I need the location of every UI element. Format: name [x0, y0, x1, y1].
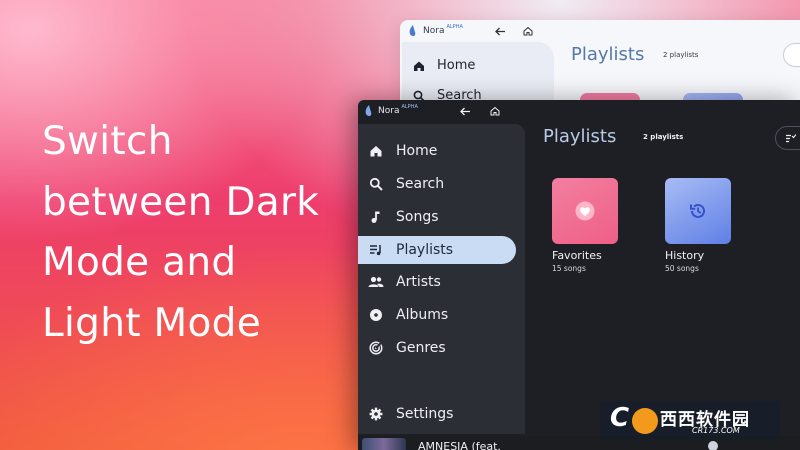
app-title: Nora [378, 106, 400, 116]
dark-mode-window: Nora ALPHA Home Search Songs Playlists A… [358, 100, 800, 450]
home-icon [368, 143, 384, 159]
album-disc-icon [368, 307, 384, 323]
back-arrow-icon [459, 107, 470, 115]
watermark-logo-circle [632, 408, 658, 434]
play-control-button[interactable] [708, 441, 718, 450]
sidebar-item-songs[interactable]: Songs [358, 203, 516, 231]
app-title: Nora [423, 26, 445, 36]
gear-icon [368, 406, 384, 422]
site-watermark: C 西西软件园 CR173.COM [600, 401, 780, 439]
playlist-name: Favorites [552, 249, 602, 262]
playlist-song-count: 50 songs [665, 264, 699, 273]
playlist-card-favorites[interactable]: Favorites 15 songs [552, 178, 620, 273]
light-filter-button[interactable] [783, 43, 800, 67]
playlist-count: 2 playlists [643, 133, 684, 141]
light-page-title: Playlists [571, 44, 645, 65]
sidebar-item-albums[interactable]: Albums [358, 301, 516, 329]
headline-line-3: Mode and [42, 240, 237, 285]
playlist-name: History [665, 249, 705, 262]
dark-titlebar: Nora ALPHA [358, 100, 800, 122]
playlist-card-history[interactable]: History 50 songs [665, 178, 733, 273]
home-outline-icon [523, 26, 533, 36]
search-icon [368, 176, 384, 192]
sidebar-item-albums-label: Albums [396, 307, 449, 323]
watermark-site: CR173.COM [692, 426, 740, 435]
album-art [362, 438, 406, 450]
app-logo-icon [364, 102, 373, 121]
app-badge: ALPHA [401, 104, 418, 110]
history-icon [690, 203, 705, 218]
sidebar-item-search-label: Search [396, 176, 445, 192]
light-nav-home-label: Home [437, 58, 476, 73]
now-playing-title: AMNESIA (feat. [418, 440, 501, 450]
home-icon [412, 59, 426, 73]
sidebar-item-search[interactable]: Search [358, 170, 516, 198]
headline-line-2: between Dark [42, 179, 320, 225]
sidebar-item-playlists[interactable]: Playlists [358, 236, 516, 264]
page-title: Playlists [543, 126, 617, 147]
back-button[interactable] [492, 23, 508, 39]
headline-line-4: Light Mode [42, 300, 261, 346]
sidebar-item-settings-label: Settings [396, 406, 454, 422]
headline-line-1: Switch [42, 119, 173, 164]
sidebar-item-songs-label: Songs [396, 209, 439, 225]
history-cover [665, 178, 731, 244]
sort-filter-button[interactable] [775, 126, 800, 150]
light-nav-home[interactable]: Home [412, 58, 475, 73]
sidebar-item-home[interactable]: Home [358, 137, 516, 165]
sidebar-item-genres[interactable]: Genres [358, 334, 516, 362]
sort-icon [786, 133, 796, 142]
sidebar-item-artists[interactable]: Artists [358, 268, 516, 296]
promo-headline: Switch between Dark Mode and Light Mode [42, 112, 352, 354]
app-logo-icon [408, 22, 417, 41]
app-badge: ALPHA [446, 24, 463, 30]
watermark-logo-letter: C [610, 403, 630, 433]
light-playlist-count: 2 playlists [663, 51, 699, 59]
home-outline-icon [490, 106, 500, 116]
genres-radar-icon [368, 340, 384, 356]
home-button[interactable] [520, 23, 536, 39]
light-titlebar: Nora ALPHA [400, 20, 800, 42]
music-note-icon [368, 209, 384, 225]
favorites-cover [552, 178, 618, 244]
sidebar-item-settings[interactable]: Settings [358, 400, 516, 428]
sidebar-item-artists-label: Artists [396, 274, 441, 290]
sidebar-item-playlists-label: Playlists [396, 242, 454, 258]
sidebar-item-genres-label: Genres [396, 340, 446, 356]
dark-sidebar: Home Search Songs Playlists Artists Albu… [358, 124, 525, 434]
back-button[interactable] [457, 103, 473, 119]
home-button[interactable] [487, 103, 503, 119]
back-arrow-icon [494, 27, 505, 35]
heart-icon [575, 201, 595, 221]
playlist-icon [368, 242, 384, 258]
sidebar-item-home-label: Home [396, 143, 438, 159]
people-icon [368, 274, 384, 290]
playlist-song-count: 15 songs [552, 264, 586, 273]
